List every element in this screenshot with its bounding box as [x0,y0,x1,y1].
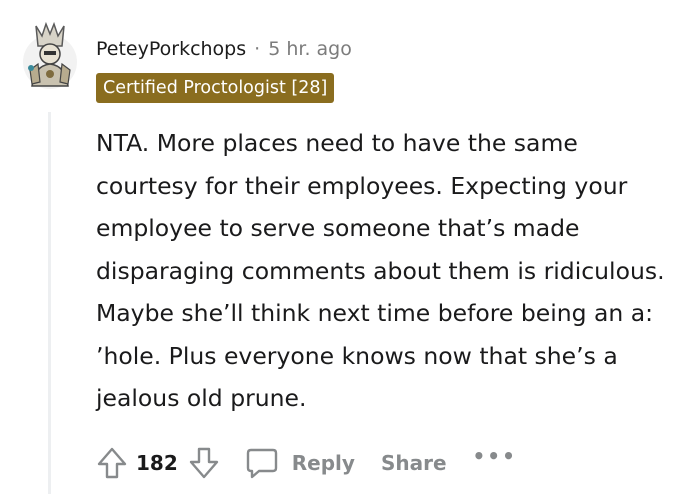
reply-icon-wrap [240,443,284,483]
username[interactable]: PeteyPorkchops [96,38,246,60]
reply-button[interactable]: Reply [240,443,355,483]
arrow-down-icon [189,447,218,479]
share-button[interactable]: Share [381,451,447,475]
avatar[interactable] [22,20,78,96]
vote-score: 182 [136,451,178,475]
comment-actions: 182 Reply Share ••• [92,440,517,486]
arrow-up-icon [97,447,127,479]
comment-body: NTA. More places need to have the same c… [96,129,665,412]
upvote-button[interactable] [92,443,132,483]
more-options-icon[interactable]: ••• [473,444,517,468]
reply-label: Reply [291,451,355,475]
avatar-image [23,21,77,89]
comment-header: PeteyPorkchops · 5 hr. ago [96,34,352,64]
timestamp[interactable]: 5 hr. ago [268,38,352,60]
meta-separator: · [254,38,261,60]
thread-line[interactable] [48,112,51,494]
user-flair: Certified Proctologist [28] [96,73,335,103]
speech-bubble-icon [246,448,277,479]
downvote-button[interactable] [184,443,224,483]
